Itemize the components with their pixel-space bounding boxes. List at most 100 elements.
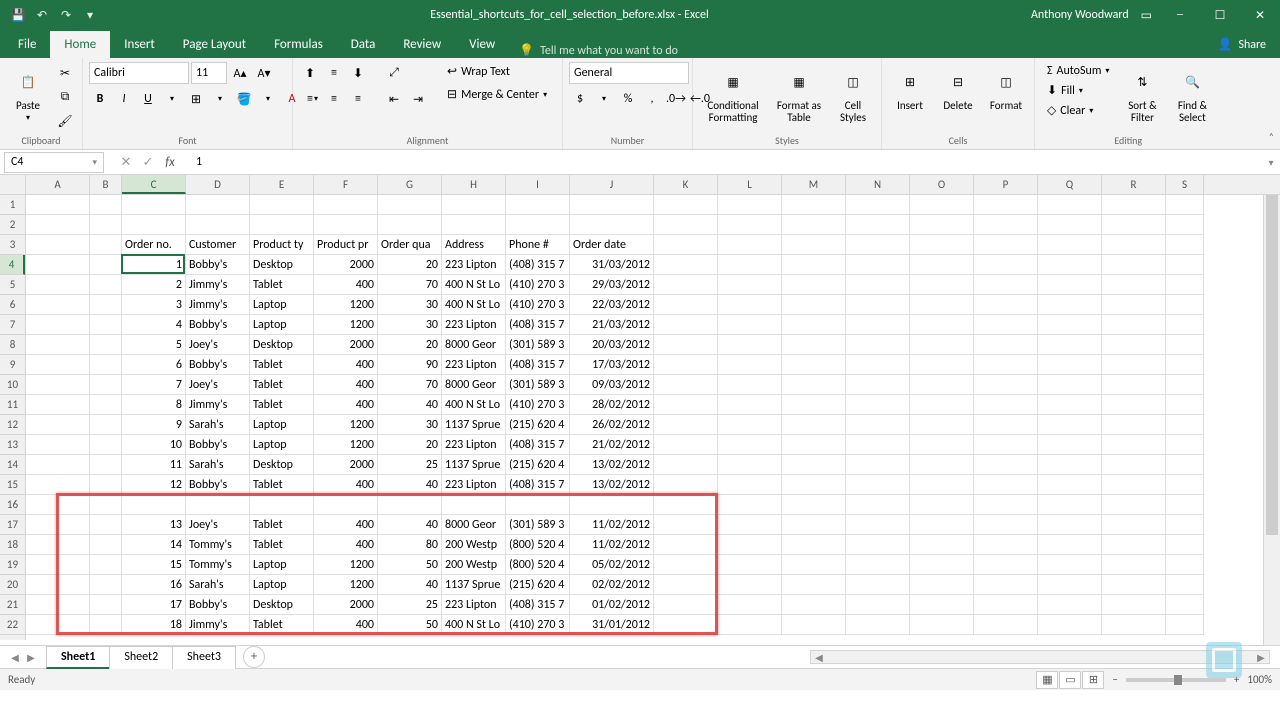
- cell-G15[interactable]: 40: [378, 475, 442, 495]
- cell-I21[interactable]: (408) 315 7: [506, 595, 570, 615]
- cell-K5[interactable]: [654, 275, 718, 295]
- cell-A13[interactable]: [26, 435, 90, 455]
- cell-K11[interactable]: [654, 395, 718, 415]
- cell-L9[interactable]: [718, 355, 782, 375]
- cell-N18[interactable]: [846, 535, 910, 555]
- cell-H20[interactable]: 1137 Sprue: [442, 575, 506, 595]
- decrease-font-button[interactable]: A▾: [253, 62, 275, 84]
- cell-N5[interactable]: [846, 275, 910, 295]
- cell-D2[interactable]: [186, 215, 250, 235]
- cell-F8[interactable]: 2000: [314, 335, 378, 355]
- cell-B22[interactable]: [90, 615, 122, 635]
- cell-O9[interactable]: [910, 355, 974, 375]
- tab-view[interactable]: View: [455, 31, 509, 58]
- vertical-scrollbar[interactable]: [1263, 195, 1280, 645]
- cell-E19[interactable]: Laptop: [250, 555, 314, 575]
- cell-R20[interactable]: [1102, 575, 1166, 595]
- cell-G7[interactable]: 30: [378, 315, 442, 335]
- cell-H4[interactable]: 223 Lipton: [442, 255, 506, 275]
- cell-L16[interactable]: [718, 495, 782, 515]
- cell-F13[interactable]: 1200: [314, 435, 378, 455]
- cell-F6[interactable]: 1200: [314, 295, 378, 315]
- cell-R16[interactable]: [1102, 495, 1166, 515]
- cell-O10[interactable]: [910, 375, 974, 395]
- row-header-11[interactable]: 11: [0, 395, 25, 415]
- cell-G10[interactable]: 70: [378, 375, 442, 395]
- cell-B1[interactable]: [90, 195, 122, 215]
- tab-review[interactable]: Review: [389, 31, 455, 58]
- cell-O15[interactable]: [910, 475, 974, 495]
- cell-Q7[interactable]: [1038, 315, 1102, 335]
- cell-G13[interactable]: 20: [378, 435, 442, 455]
- row-header-17[interactable]: 17: [0, 515, 25, 535]
- merge-center-button[interactable]: ⊟Merge & Center▾: [441, 85, 553, 104]
- cell-S17[interactable]: [1166, 515, 1204, 535]
- cell-B21[interactable]: [90, 595, 122, 615]
- cell-C22[interactable]: 18: [122, 615, 186, 635]
- cell-H13[interactable]: 223 Lipton: [442, 435, 506, 455]
- cell-B17[interactable]: [90, 515, 122, 535]
- increase-decimal-button[interactable]: .0→: [665, 88, 687, 110]
- cell-R15[interactable]: [1102, 475, 1166, 495]
- cell-C14[interactable]: 11: [122, 455, 186, 475]
- cell-K10[interactable]: [654, 375, 718, 395]
- cell-J16[interactable]: [570, 495, 654, 515]
- cell-N7[interactable]: [846, 315, 910, 335]
- cell-C10[interactable]: 7: [122, 375, 186, 395]
- cell-N8[interactable]: [846, 335, 910, 355]
- cell-S11[interactable]: [1166, 395, 1204, 415]
- cell-H22[interactable]: 400 N St Lo: [442, 615, 506, 635]
- cell-B11[interactable]: [90, 395, 122, 415]
- cell-D5[interactable]: Jimmy's: [186, 275, 250, 295]
- cell-S12[interactable]: [1166, 415, 1204, 435]
- cell-E4[interactable]: Desktop: [250, 255, 314, 275]
- cell-F3[interactable]: Product pr: [314, 235, 378, 255]
- cell-I7[interactable]: (408) 315 7: [506, 315, 570, 335]
- cell-R14[interactable]: [1102, 455, 1166, 475]
- share-button[interactable]: 👤 Share: [1203, 31, 1280, 58]
- cell-L17[interactable]: [718, 515, 782, 535]
- cell-G1[interactable]: [378, 195, 442, 215]
- sheet-tab-3[interactable]: Sheet3: [172, 646, 236, 669]
- conditional-formatting-button[interactable]: ▦Conditional Formatting: [699, 62, 767, 128]
- cell-R19[interactable]: [1102, 555, 1166, 575]
- cell-M17[interactable]: [782, 515, 846, 535]
- cell-D3[interactable]: Customer: [186, 235, 250, 255]
- cell-I12[interactable]: (215) 620 4: [506, 415, 570, 435]
- cell-K16[interactable]: [654, 495, 718, 515]
- cell-R9[interactable]: [1102, 355, 1166, 375]
- row-header-8[interactable]: 8: [0, 335, 25, 355]
- cell-D6[interactable]: Jimmy's: [186, 295, 250, 315]
- cell-C7[interactable]: 4: [122, 315, 186, 335]
- cell-O21[interactable]: [910, 595, 974, 615]
- chevron-down-icon[interactable]: ▾: [92, 157, 97, 168]
- border-button[interactable]: ⊞: [185, 88, 207, 110]
- cell-Q5[interactable]: [1038, 275, 1102, 295]
- cut-button[interactable]: ✂: [54, 62, 76, 84]
- cell-I5[interactable]: (410) 270 3: [506, 275, 570, 295]
- cell-N19[interactable]: [846, 555, 910, 575]
- cell-J12[interactable]: 26/02/2012: [570, 415, 654, 435]
- cell-L22[interactable]: [718, 615, 782, 635]
- cell-S22[interactable]: [1166, 615, 1204, 635]
- cell-N3[interactable]: [846, 235, 910, 255]
- cell-M6[interactable]: [782, 295, 846, 315]
- cell-I10[interactable]: (301) 589 3: [506, 375, 570, 395]
- cell-J6[interactable]: 22/03/2012: [570, 295, 654, 315]
- cancel-formula-button[interactable]: ✕: [116, 155, 136, 170]
- align-center-button[interactable]: ≡: [323, 88, 345, 110]
- clear-button[interactable]: ◇Clear▾: [1041, 101, 1115, 120]
- cell-E12[interactable]: Laptop: [250, 415, 314, 435]
- cell-E21[interactable]: Desktop: [250, 595, 314, 615]
- page-layout-view-button[interactable]: ▭: [1059, 671, 1081, 689]
- cell-O17[interactable]: [910, 515, 974, 535]
- row-header-19[interactable]: 19: [0, 555, 25, 575]
- cell-G18[interactable]: 80: [378, 535, 442, 555]
- cell-L1[interactable]: [718, 195, 782, 215]
- cell-H19[interactable]: 200 Westp: [442, 555, 506, 575]
- cell-I8[interactable]: (301) 589 3: [506, 335, 570, 355]
- row-header-18[interactable]: 18: [0, 535, 25, 555]
- cell-O22[interactable]: [910, 615, 974, 635]
- cell-P19[interactable]: [974, 555, 1038, 575]
- align-right-button[interactable]: ≡: [347, 88, 369, 110]
